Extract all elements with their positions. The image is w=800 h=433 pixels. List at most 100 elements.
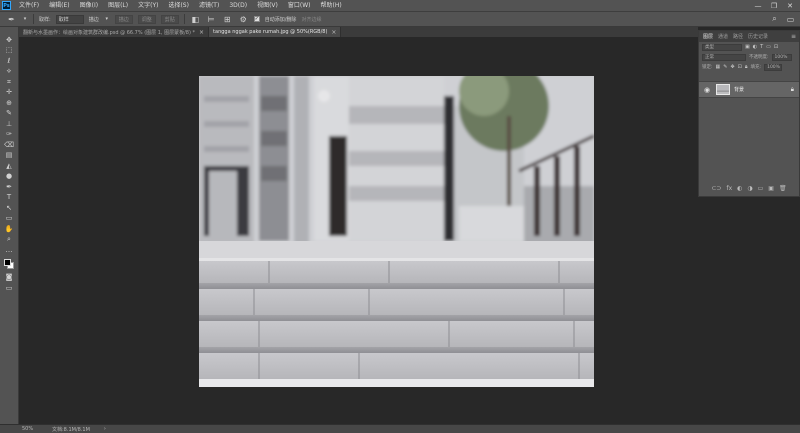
tab-history[interactable]: 历史记录 xyxy=(748,33,768,40)
lock-image-icon[interactable]: ✎ xyxy=(723,64,727,70)
path-selection-tool-icon[interactable]: ↖ xyxy=(2,203,16,214)
document-canvas[interactable] xyxy=(199,76,594,387)
sample-select[interactable]: 取样 xyxy=(55,14,84,24)
menu-type[interactable]: 文字(Y) xyxy=(133,0,163,11)
screen-mode-icon[interactable]: ▭ xyxy=(2,283,16,294)
lock-all-icon[interactable]: 🔒︎ xyxy=(745,64,748,70)
filter-smart-icon[interactable]: ⊡ xyxy=(774,44,778,50)
document-tab-label: tangga nggak pake rumah.jpg @ 50%(RGB/8) xyxy=(213,29,328,35)
search-icon[interactable]: ⌕ xyxy=(769,14,780,24)
menu-image[interactable]: 图像(I) xyxy=(75,0,103,11)
lasso-tool-icon[interactable]: ℓ xyxy=(2,56,16,67)
crop-tool-icon[interactable]: ⌗ xyxy=(2,77,16,88)
settings-gear-icon[interactable]: ⚙ xyxy=(238,14,249,24)
window-controls: — ❐ ✕ xyxy=(750,0,798,11)
more-tools-icon[interactable]: … xyxy=(2,245,16,256)
workspace-icon[interactable]: ▭ xyxy=(785,14,796,24)
menu-select[interactable]: 选择(S) xyxy=(163,0,194,11)
marquee-tool-icon[interactable]: ⬚ xyxy=(2,46,16,57)
menu-filter[interactable]: 滤镜(T) xyxy=(194,0,224,11)
type-tool-icon[interactable]: T xyxy=(2,193,16,204)
history-brush-tool-icon[interactable]: ✑ xyxy=(2,130,16,141)
menu-view[interactable]: 视图(V) xyxy=(252,0,283,11)
quick-select-tool-icon[interactable]: ⟡ xyxy=(2,67,16,78)
pen-tool-icon[interactable]: ✒ xyxy=(6,14,17,24)
menu-edit[interactable]: 编辑(E) xyxy=(44,0,74,11)
menu-help[interactable]: 帮助(H) xyxy=(316,0,347,11)
document-tab-active[interactable]: tangga nggak pake rumah.jpg @ 50%(RGB/8)… xyxy=(209,27,342,37)
layer-row-background[interactable]: ◉ 背景 🔒︎ xyxy=(699,81,799,98)
path-arrangement-icon[interactable]: ⊞ xyxy=(222,14,233,24)
add-mask-icon[interactable]: ◐ xyxy=(737,185,742,192)
eyedropper-tool-icon[interactable]: ✛ xyxy=(2,88,16,99)
menu-window[interactable]: 窗口(W) xyxy=(283,0,316,11)
hand-tool-icon[interactable]: ✋ xyxy=(2,224,16,235)
document-tab-label: 翻新与水墨画作：绘画对象建筑群改编.psd @ 66.7% (图层 1, 图层蒙… xyxy=(23,29,196,36)
rectangle-tool-icon[interactable]: ▭ xyxy=(2,214,16,225)
divider xyxy=(33,14,34,24)
gradient-tool-icon[interactable]: ▤ xyxy=(2,151,16,162)
foreground-color-swatch[interactable] xyxy=(4,258,11,266)
eraser-tool-icon[interactable]: ⌫ xyxy=(2,140,16,151)
zoom-level[interactable]: 50% xyxy=(0,426,40,432)
shape-button[interactable]: 剪贴 xyxy=(160,14,179,24)
layer-filter-select[interactable]: 类型 xyxy=(702,43,742,51)
blend-mode-value: 正常 xyxy=(705,55,714,60)
maximize-button[interactable]: ❐ xyxy=(766,0,782,11)
menu-layer[interactable]: 图层(L) xyxy=(103,0,133,11)
move-tool-icon[interactable]: ✥ xyxy=(2,35,16,46)
filter-type-icon[interactable]: T xyxy=(760,44,763,50)
new-group-icon[interactable]: ▭ xyxy=(758,185,764,192)
path-alignment-icon[interactable]: ⊨ xyxy=(206,14,217,24)
dodge-tool-icon[interactable]: ● xyxy=(2,172,16,183)
canvas-workspace[interactable] xyxy=(19,37,698,424)
mask-button[interactable]: 调整 xyxy=(137,14,156,24)
status-menu-arrow-icon[interactable]: › xyxy=(104,426,106,432)
layer-style-icon[interactable]: fx xyxy=(726,185,732,192)
lock-transparent-icon[interactable]: ▦ xyxy=(716,64,721,70)
panel-menu-icon[interactable]: ≡ xyxy=(791,33,796,40)
menu-file[interactable]: 文件(F) xyxy=(14,0,44,11)
minimize-button[interactable]: — xyxy=(750,0,766,11)
adjustment-layer-icon[interactable]: ◑ xyxy=(747,185,752,192)
tab-paths[interactable]: 路径 xyxy=(733,33,743,40)
layer-name[interactable]: 背景 xyxy=(734,86,744,93)
new-layer-icon[interactable]: ▣ xyxy=(768,185,774,192)
delete-layer-icon[interactable]: 🗑 xyxy=(779,185,787,192)
filter-pixel-icon[interactable]: ▣ xyxy=(745,44,750,50)
chevron-down-icon[interactable]: ▾ xyxy=(22,14,28,24)
lock-position-icon[interactable]: ✥ xyxy=(730,64,734,70)
close-icon[interactable]: × xyxy=(331,29,336,36)
zoom-tool-icon[interactable]: ⌕ xyxy=(2,235,16,246)
filter-shape-icon[interactable]: ▭ xyxy=(766,44,771,50)
pen-tool-icon[interactable]: ✒ xyxy=(2,182,16,193)
color-swatches[interactable] xyxy=(2,258,16,270)
path-operations-icon[interactable]: ◧ xyxy=(190,14,201,24)
healing-brush-tool-icon[interactable]: ⊕ xyxy=(2,98,16,109)
close-button[interactable]: ✕ xyxy=(782,0,798,11)
clone-stamp-tool-icon[interactable]: ⊥ xyxy=(2,119,16,130)
layer-thumbnail xyxy=(716,84,730,95)
opacity-field[interactable]: 100% xyxy=(771,53,792,61)
lock-artboard-icon[interactable]: ⊡ xyxy=(738,64,742,70)
blend-mode-select[interactable]: 正常 xyxy=(702,53,746,61)
filter-adjustment-icon[interactable]: ◐ xyxy=(753,44,757,50)
eye-icon[interactable]: ◉ xyxy=(704,86,712,94)
close-icon[interactable]: × xyxy=(199,29,204,36)
blur-tool-icon[interactable]: ◭ xyxy=(2,161,16,172)
tab-channels[interactable]: 通道 xyxy=(718,33,728,40)
options-bar: ✒ ▾ 取样: 取样 描边 ▾ 描边 调整 剪贴 ◧ ⊨ ⊞ ⚙ ✓ 自动添加/… xyxy=(0,11,800,27)
link-layers-icon[interactable]: ⊂⊃ xyxy=(711,185,721,192)
opacity-value: 100% xyxy=(774,54,788,60)
lock-label: 锁定: xyxy=(702,65,713,70)
quick-mask-icon[interactable]: ◙ xyxy=(2,273,16,284)
auto-add-delete-checkbox[interactable]: ✓ xyxy=(253,16,260,22)
tab-layers[interactable]: 图层 xyxy=(703,33,713,40)
document-tab[interactable]: 翻新与水墨画作：绘画对象建筑群改编.psd @ 66.7% (图层 1, 图层蒙… xyxy=(19,27,210,37)
fill-field[interactable]: 100% xyxy=(764,63,783,71)
photoshop-logo-icon: Ps xyxy=(2,1,11,10)
mode-chevron-icon[interactable]: ▾ xyxy=(104,14,110,24)
menu-3d[interactable]: 3D(D) xyxy=(224,0,252,11)
brush-tool-icon[interactable]: ✎ xyxy=(2,109,16,120)
selection-button[interactable]: 描边 xyxy=(114,14,133,24)
